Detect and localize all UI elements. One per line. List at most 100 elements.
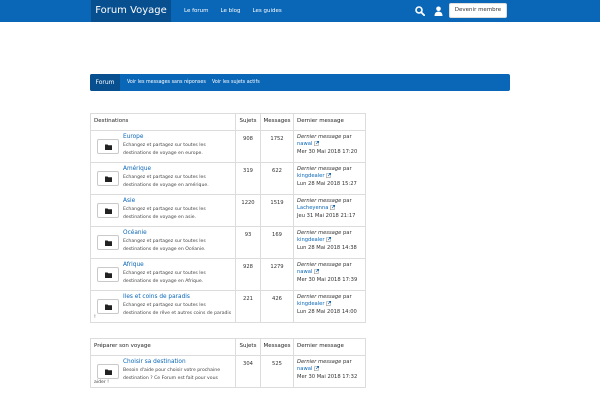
forum-cell: Choisir sa destination Besoin d'aide pour…: [90, 355, 236, 388]
subnav-active-topics[interactable]: Voir les sujets actifs: [212, 74, 260, 91]
forum-section-destinations: Destinations Sujets Messages Dernier mes…: [90, 113, 366, 323]
forum-link[interactable]: Océanie: [123, 229, 235, 237]
last-author-link[interactable]: kingdealer: [297, 301, 324, 307]
forum-description: Echangez et partagez sur toutes les dest…: [123, 207, 206, 220]
forum-link[interactable]: Europe: [123, 133, 235, 141]
section-title: Destinations: [90, 113, 236, 131]
last-message-cell: Dernier message par kingdealer Lun 28 Mai …: [293, 226, 366, 259]
forum-description: Echangez et partagez sur toutes les dest…: [123, 239, 206, 252]
goto-post-icon[interactable]: [326, 301, 332, 307]
forum-section-preparer: Préparer son voyage Sujets Messages Dern…: [90, 338, 366, 388]
subnav-unanswered[interactable]: Voir les messages sans réponses: [127, 74, 206, 91]
last-message-date: Mer 30 Mai 2018 17:39: [297, 276, 358, 283]
forum-link[interactable]: Iles et coins de paradis: [123, 293, 235, 301]
topics-count: 319: [235, 162, 261, 195]
last-author-link[interactable]: nawal: [297, 141, 312, 147]
messages-count: 1752: [260, 130, 294, 163]
topics-count: 908: [235, 130, 261, 163]
last-message-date: Jeu 31 Mai 2018 21:17: [297, 212, 356, 219]
top-navbar: Forum Voyage Le forum Le blog Les guides…: [0, 0, 600, 22]
forum-link[interactable]: Choisir sa destination: [123, 358, 235, 366]
goto-post-icon[interactable]: [314, 269, 320, 275]
forum-description-extra: !: [94, 315, 96, 320]
folder-icon: [97, 171, 119, 186]
last-message-label: Dernier message: [297, 294, 342, 300]
goto-post-icon[interactable]: [314, 141, 320, 147]
forum-subnav: Forum Voir les messages sans réponses Vo…: [90, 74, 510, 91]
by-label: par: [343, 134, 352, 140]
forum-cell: Asie Echangez et partagez sur toutes les …: [90, 194, 236, 227]
forum-description: Echangez et partagez sur toutes les dest…: [123, 143, 206, 156]
folder-icon: [97, 299, 119, 314]
forum-description: Echangez et partagez sur toutes les dest…: [123, 175, 209, 188]
col-last-message: Dernier message: [293, 338, 366, 356]
forum-cell: Europe Echangez et partagez sur toutes le…: [90, 130, 236, 163]
by-label: par: [343, 294, 352, 300]
topics-count: 1220: [235, 194, 261, 227]
folder-icon: [97, 203, 119, 218]
last-author-link[interactable]: nawal: [297, 366, 312, 372]
forum-row: Amérique Echangez et partagez sur toutes …: [90, 162, 366, 195]
last-message-label: Dernier message: [297, 134, 342, 140]
last-author-link[interactable]: Lacheyenna: [297, 205, 328, 211]
topics-count: 304: [235, 355, 261, 388]
subnav-forum[interactable]: Forum: [90, 74, 120, 91]
forum-description: Besoin d'aide pour choisir votre prochai…: [123, 368, 221, 381]
forum-description: Echangez et partagez sur toutes les dest…: [123, 271, 206, 284]
by-label: par: [343, 359, 352, 365]
col-topics: Sujets: [235, 113, 261, 131]
messages-count: 1279: [260, 258, 294, 291]
last-author-link[interactable]: kingdealer: [297, 173, 324, 179]
forum-link[interactable]: Amérique: [123, 165, 235, 173]
forum-row: Océanie Echangez et partagez sur toutes l…: [90, 226, 366, 259]
goto-post-icon[interactable]: [330, 205, 336, 211]
folder-icon: [97, 139, 119, 154]
nav-blog[interactable]: Le blog: [221, 0, 241, 22]
last-message-date: Lun 28 Mai 2018 14:38: [297, 244, 357, 251]
last-message-date: Lun 28 Mai 2018 15:27: [297, 180, 357, 187]
last-message-date: Lun 28 Mai 2018 14:00: [297, 308, 357, 315]
forum-link[interactable]: Afrique: [123, 261, 235, 269]
last-message-cell: Dernier message par nawal Mer 30 Mai 2018 …: [293, 130, 366, 163]
by-label: par: [343, 198, 352, 204]
last-message-date: Mer 30 Mai 2018 17:32: [297, 373, 358, 380]
last-message-label: Dernier message: [297, 262, 342, 268]
forum-description: Echangez et partagez sur toutes les dest…: [123, 303, 232, 316]
user-icon[interactable]: [434, 6, 443, 16]
nav-forum[interactable]: Le forum: [184, 0, 209, 22]
forum-cell: Océanie Echangez et partagez sur toutes l…: [90, 226, 236, 259]
col-messages: Messages: [260, 113, 294, 131]
forum-link[interactable]: Asie: [123, 197, 235, 205]
last-message-cell: Dernier message par nawal Mer 30 Mai 2018 …: [293, 258, 366, 291]
topics-count: 928: [235, 258, 261, 291]
col-topics: Sujets: [235, 338, 261, 356]
main-nav: Le forum Le blog Les guides: [184, 0, 282, 22]
forum-description-extra: aider !: [94, 380, 110, 385]
folder-icon: [97, 267, 119, 282]
messages-count: 1519: [260, 194, 294, 227]
last-author-link[interactable]: nawal: [297, 269, 312, 275]
messages-count: 622: [260, 162, 294, 195]
last-message-label: Dernier message: [297, 166, 342, 172]
nav-guides[interactable]: Les guides: [253, 0, 282, 22]
last-author-link[interactable]: kingdealer: [297, 237, 324, 243]
brand-logo[interactable]: Forum Voyage: [91, 0, 171, 22]
topics-count: 221: [235, 290, 261, 323]
become-member-button[interactable]: Devenir membre: [449, 3, 507, 18]
goto-post-icon[interactable]: [326, 237, 332, 243]
goto-post-icon[interactable]: [314, 366, 320, 372]
search-icon[interactable]: [415, 6, 425, 16]
folder-icon: [97, 235, 119, 250]
goto-post-icon[interactable]: [326, 173, 332, 179]
forum-cell: Afrique Echangez et partagez sur toutes l…: [90, 258, 236, 291]
forum-row: Afrique Echangez et partagez sur toutes l…: [90, 258, 366, 291]
col-last-message: Dernier message: [293, 113, 366, 131]
topics-count: 93: [235, 226, 261, 259]
last-message-date: Mer 30 Mai 2018 17:20: [297, 148, 358, 155]
last-message-label: Dernier message: [297, 198, 342, 204]
by-label: par: [343, 230, 352, 236]
messages-count: 525: [260, 355, 294, 388]
section-title: Préparer son voyage: [90, 338, 236, 356]
last-message-label: Dernier message: [297, 230, 342, 236]
by-label: par: [343, 166, 352, 172]
